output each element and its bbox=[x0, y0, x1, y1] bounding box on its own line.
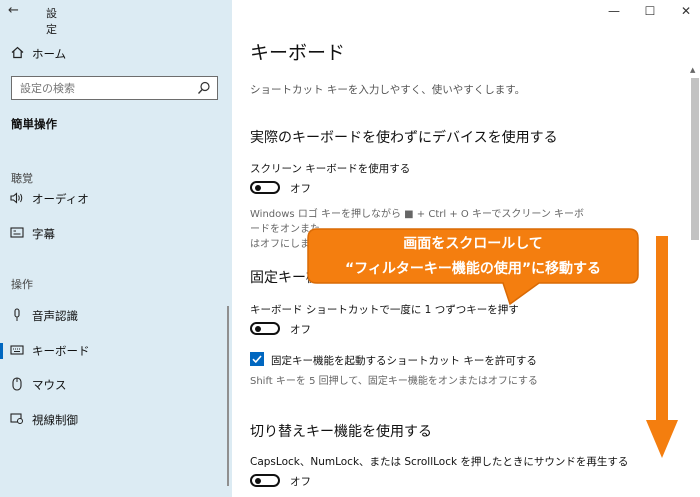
maximize-button[interactable]: ☐ bbox=[640, 4, 660, 18]
close-button[interactable]: ✕ bbox=[676, 4, 696, 18]
nav-keyboard-label: キーボード bbox=[32, 344, 90, 358]
nav-speech-label: 音声認識 bbox=[32, 309, 78, 323]
content-scrollbar[interactable]: ▲ bbox=[688, 64, 700, 497]
toggle-knob bbox=[255, 185, 261, 191]
instruction-callout: 画面をスクロールして “フィルターキー機能の使用”に移動する bbox=[307, 228, 639, 306]
nav-mouse-label: マウス bbox=[32, 378, 67, 392]
toggle-keys-heading: 切り替えキー機能を使用する bbox=[250, 424, 432, 440]
checkmark-icon bbox=[252, 355, 262, 364]
speaker-icon bbox=[2, 191, 32, 207]
search-box[interactable] bbox=[11, 76, 218, 100]
window-title: 設定 bbox=[46, 7, 57, 36]
nav-keyboard[interactable]: キーボード bbox=[0, 336, 232, 366]
onscreen-keyboard-heading: 実際のキーボードを使わずにデバイスを使用する bbox=[250, 130, 558, 146]
nav-audio[interactable]: オーディオ bbox=[0, 184, 232, 214]
minimize-button[interactable]: — bbox=[604, 4, 624, 18]
keyboard-icon bbox=[2, 344, 32, 358]
captions-icon bbox=[2, 227, 32, 241]
toggle-keys-label: CapsLock、NumLock、または ScrollLock を押したときにサ… bbox=[250, 456, 629, 468]
nav-home[interactable]: ホーム bbox=[0, 39, 232, 69]
home-icon bbox=[2, 46, 32, 62]
microphone-icon bbox=[2, 307, 32, 325]
back-arrow-icon[interactable]: ← bbox=[8, 3, 19, 18]
nav-mouse[interactable]: マウス bbox=[0, 370, 232, 400]
sidebar-scrollbar[interactable] bbox=[227, 306, 229, 486]
callout-line2: “フィルターキー機能の使用”に移動する bbox=[344, 261, 602, 277]
scroll-thumb[interactable] bbox=[691, 78, 699, 240]
sticky-keys-note: Shift キーを 5 回押して、固定キー機能をオンまたはオフにする bbox=[250, 376, 538, 387]
page-subtitle: ショートカット キーを入力しやすく、使いやすくします。 bbox=[250, 84, 526, 96]
section-heading: 簡単操作 bbox=[11, 117, 57, 131]
sticky-shortcut-label: 固定キー機能を起動するショートカット キーを許可する bbox=[271, 355, 537, 367]
toggle-knob bbox=[255, 326, 261, 332]
sidebar: ← 設定 ホーム 簡単操作 聴覚 オーディオ 字幕 操作 音声認識 bbox=[0, 0, 232, 497]
onscreen-keyboard-label: スクリーン キーボードを使用する bbox=[250, 163, 411, 175]
scroll-down-arrow bbox=[646, 236, 678, 458]
eye-icon bbox=[2, 412, 32, 428]
search-input[interactable] bbox=[12, 77, 198, 100]
onscreen-keyboard-toggle[interactable] bbox=[250, 181, 280, 194]
toggle-keys-state: オフ bbox=[290, 476, 311, 488]
nav-home-label: ホーム bbox=[32, 47, 67, 61]
sticky-keys-toggle[interactable] bbox=[250, 322, 280, 335]
nav-speech[interactable]: 音声認識 bbox=[0, 301, 232, 331]
sticky-shortcut-checkbox[interactable] bbox=[250, 352, 264, 366]
nav-eye-control-label: 視線制御 bbox=[32, 413, 78, 427]
nav-captions-label: 字幕 bbox=[32, 227, 55, 241]
nav-eye-control[interactable]: 視線制御 bbox=[0, 405, 232, 435]
onscreen-keyboard-state: オフ bbox=[290, 183, 311, 195]
group-heading-interaction: 操作 bbox=[11, 278, 33, 291]
sticky-keys-state: オフ bbox=[290, 324, 311, 336]
page-title: キーボード bbox=[250, 42, 346, 64]
nav-captions[interactable]: 字幕 bbox=[0, 219, 232, 249]
callout-line1: 画面をスクロールして bbox=[403, 236, 543, 252]
scroll-up-icon[interactable]: ▲ bbox=[690, 66, 695, 74]
toggle-knob bbox=[255, 478, 261, 484]
toggle-keys-toggle[interactable] bbox=[250, 474, 280, 487]
nav-audio-label: オーディオ bbox=[32, 192, 89, 206]
search-icon[interactable] bbox=[197, 80, 211, 94]
mouse-icon bbox=[2, 376, 32, 394]
